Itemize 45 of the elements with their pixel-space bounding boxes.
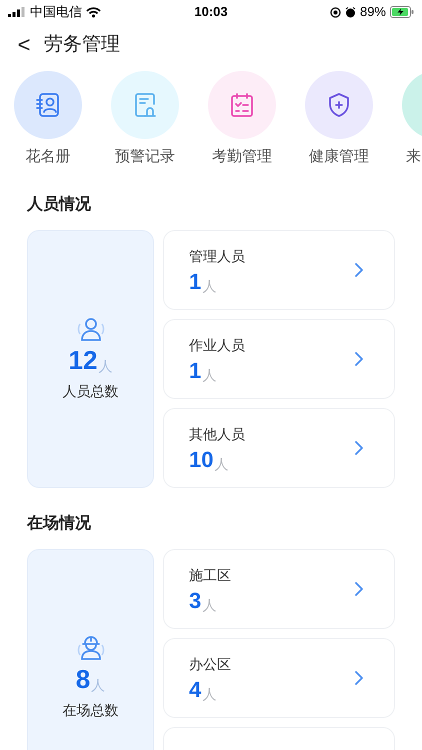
chevron-right-icon [354,350,364,366]
category-count: 3 [189,590,202,612]
chevron-right-icon [354,580,364,596]
section-title: 人员情况 [26,194,92,214]
chevron-right-icon [354,440,364,456]
unit-label: 人 [202,598,216,612]
category-label: 施工区 [189,566,232,585]
category-card[interactable]: 施工区 3人 [163,548,395,628]
alarm-clock-icon [344,6,356,18]
battery-percent: 89% [360,3,386,22]
battery-charging-icon [390,6,414,18]
calendar-icon [228,91,256,119]
chevron-right-icon [354,262,364,278]
unit-label: 人 [202,687,216,701]
carrier-name: 中国电信 [30,3,82,22]
unit-label: 人 [214,457,228,471]
chevron-right-icon [354,670,364,686]
clock-time: 10:03 [193,3,229,22]
unit-label: 人 [91,678,106,692]
category-card[interactable]: 办公区 4人 [163,638,395,718]
category-label: 管理人员 [189,247,246,266]
unit-label: 人 [98,359,112,373]
category-card[interactable]: 其他人员 10人 [163,408,395,488]
category-label: 办公区 [189,655,232,674]
category-label: 作业人员 [189,336,246,355]
unit-label: 人 [202,279,216,293]
category-label: 其他人员 [189,425,246,444]
total-count: 8 [76,666,90,692]
rotation-lock-icon [330,6,341,18]
category-count: 4 [189,679,202,701]
category-card[interactable]: 管理人员 1人 [163,230,395,310]
section-title: 在场情况 [26,514,92,534]
summary-label: 人员总数 [62,382,118,401]
back-button[interactable]: < [14,34,34,56]
category-card[interactable]: 作业人员 1人 [163,318,395,398]
category-count: 10 [189,449,214,471]
total-count: 12 [68,347,98,373]
category-count: 1 [189,271,202,293]
signal-icon [8,7,26,17]
summary-label: 在场总数 [62,701,118,720]
category-count: 1 [189,360,202,382]
wifi-icon [86,6,101,18]
contact-card-icon [34,91,62,119]
unit-label: 人 [202,368,216,382]
page-title: 劳务管理 [44,32,120,57]
